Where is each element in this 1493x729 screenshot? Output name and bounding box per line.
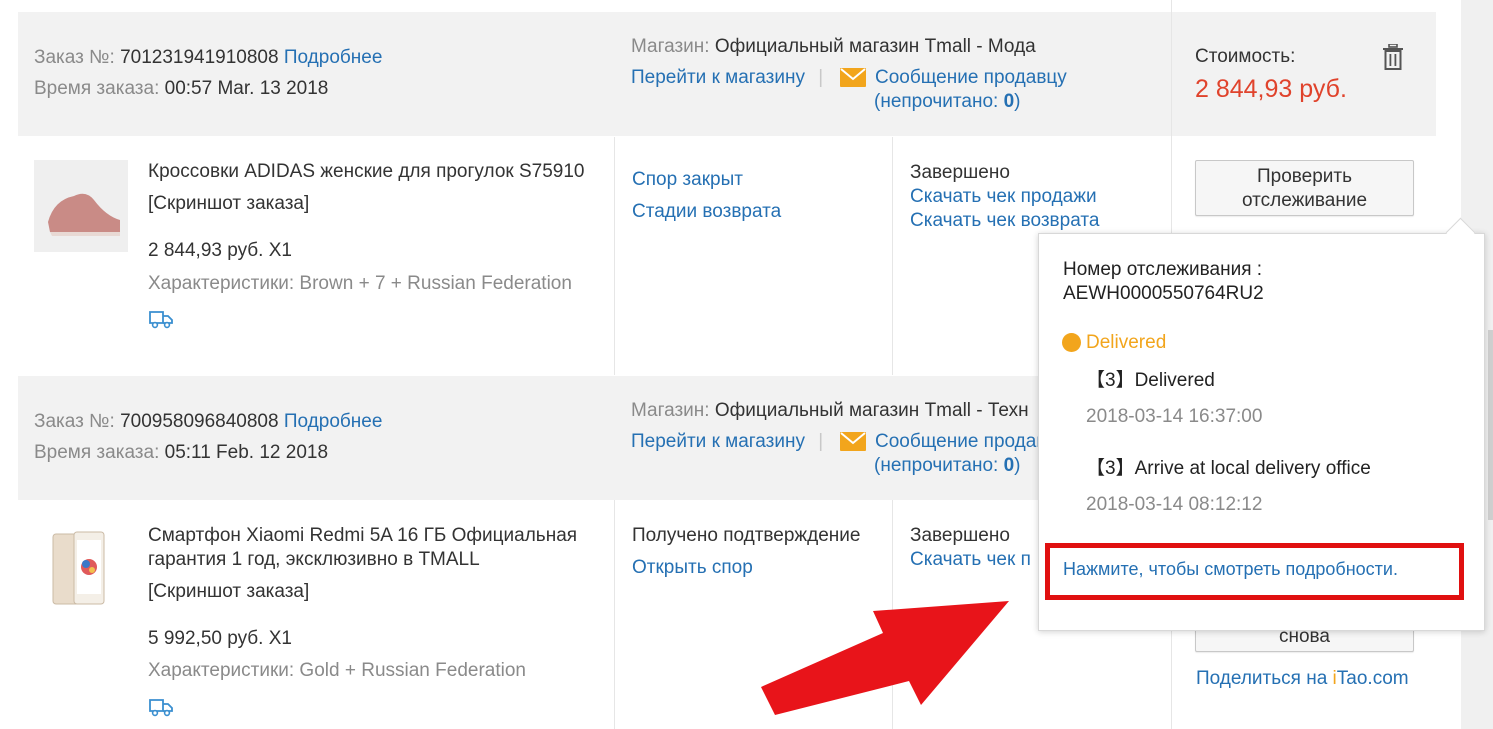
screenshot-link[interactable]: [Скриншот заказа] (148, 192, 309, 216)
order-time-line: Время заказа: 05:11 Feb. 12 2018 (34, 441, 328, 465)
unread-label: (непрочитано: (874, 455, 1004, 476)
order-number-line: Заказ №: 700958096840808 Подробнее (34, 410, 382, 434)
product-title-line2[interactable]: гарантия 1 год, эксклюзивно в TMALL (148, 548, 480, 572)
cost-value: 2 844,93 руб. (1195, 75, 1347, 103)
cost-label: Стоимость: (1195, 46, 1296, 67)
screenshot-link[interactable]: [Скриншот заказа] (148, 580, 309, 604)
order-number: 700958096840808 (120, 411, 279, 432)
tracking-number-value: AEWH0000550764RU2 (1063, 283, 1264, 304)
unread-close: ) (1014, 455, 1021, 476)
download-receipt-link[interactable]: Скачать чек продажи (910, 185, 1097, 209)
order-label: Заказ №: (34, 47, 115, 68)
tracking-event-time: 2018-03-14 08:12:12 (1086, 494, 1263, 515)
button-label-line2: отслеживание (1241, 190, 1368, 211)
truck-icon[interactable] (148, 309, 174, 329)
open-dispute-link[interactable]: Открыть спор (632, 556, 753, 580)
store-name: Официальный магазин Tmall - Мода (714, 36, 1036, 57)
order-time-label: Время заказа: (34, 78, 160, 99)
product-image-sneakers[interactable] (34, 160, 128, 252)
current-status: Delivered (1086, 332, 1167, 353)
unread-label: (непрочитано: (874, 91, 1004, 112)
truck-icon[interactable] (148, 697, 174, 717)
phone-picture (52, 531, 105, 605)
share-logo-tao: Tao (1336, 668, 1368, 689)
unread-close: ) (1014, 91, 1021, 112)
unread-count: 0 (1003, 455, 1015, 476)
tracking-event-title: 【3】Delivered (1086, 370, 1215, 391)
red-arrow-annotation (761, 601, 1009, 715)
download-return-receipt-link[interactable]: Скачать чек возврата (910, 209, 1099, 233)
envelope-icon[interactable] (840, 68, 866, 87)
order-time-value: 00:57 Mar. 13 2018 (164, 78, 329, 99)
store-line: Магазин: Официальный магазин Tmall - Тех… (631, 399, 1029, 423)
product-image-phone[interactable] (50, 530, 110, 608)
download-receipt-link[interactable]: Скачать чек п (910, 548, 1031, 572)
message-seller-link[interactable]: Сообщение продав (875, 430, 1046, 454)
confirmation-received: Получено подтверждение (632, 525, 861, 546)
separator: | (818, 67, 824, 88)
share-itao-link[interactable]: Поделиться на iTao.com (1196, 667, 1409, 691)
sneaker-picture (34, 160, 128, 252)
tracking-event-title: 【3】Arrive at local delivery office (1086, 458, 1371, 479)
column-divider (614, 137, 615, 375)
order-number: 701231941910808 (120, 47, 279, 68)
status-dot-icon (1062, 333, 1081, 352)
order-time-label: Время заказа: (34, 442, 160, 463)
go-to-store-link[interactable]: Перейти к магазину (631, 431, 805, 452)
product-specs: Характеристики: Gold + Russian Federatio… (148, 660, 526, 681)
unread-messages[interactable]: (непрочитано: 0) (874, 454, 1020, 478)
order-label: Заказ №: (34, 411, 115, 432)
order-details-link[interactable]: Подробнее (284, 411, 383, 432)
unread-messages[interactable]: (непрочитано: 0) (874, 90, 1020, 114)
trash-icon[interactable] (1382, 44, 1404, 70)
order-status: Завершено (910, 525, 1010, 546)
order-number-line: Заказ №: 701231941910808 Подробнее (34, 46, 382, 70)
order-details-link[interactable]: Подробнее (284, 47, 383, 68)
product-title[interactable]: Кроссовки ADIDAS женские для прогулок S7… (148, 160, 584, 184)
scrollbar-thumb[interactable] (1488, 330, 1493, 520)
tracking-number-label: Номер отслеживания : (1063, 259, 1263, 280)
order-time-value: 05:11 Feb. 12 2018 (164, 442, 329, 463)
order-status: Завершено (910, 162, 1010, 183)
product-title-line1[interactable]: Смартфон Xiaomi Redmi 5A 16 ГБ Официальн… (148, 524, 577, 548)
dispute-closed-link[interactable]: Спор закрыт (632, 168, 743, 192)
price-quantity: 2 844,93 руб. X1 (148, 240, 292, 261)
tracking-details-link[interactable]: Нажмите, чтобы смотреть подробности. (1063, 557, 1398, 581)
column-divider (614, 500, 615, 729)
store-actions: Перейти к магазину | (631, 66, 831, 90)
order-time-line: Время заказа: 00:57 Mar. 13 2018 (34, 77, 328, 101)
unread-count: 0 (1003, 91, 1015, 112)
check-tracking-button[interactable]: Проверить отслеживание (1195, 160, 1414, 216)
store-line: Магазин: Официальный магазин Tmall - Мод… (631, 35, 1036, 59)
column-divider (892, 137, 893, 375)
go-to-store-link[interactable]: Перейти к магазину (631, 67, 805, 88)
store-name: Официальный магазин Tmall - Техн (714, 400, 1029, 421)
share-label: Поделиться на (1196, 668, 1333, 689)
price-quantity: 5 992,50 руб. X1 (148, 628, 292, 649)
separator: | (818, 431, 824, 452)
popup-arrow-cover (1040, 235, 1483, 255)
envelope-icon[interactable] (840, 432, 866, 451)
product-specs: Характеристики: Brown + 7 + Russian Fede… (148, 273, 572, 294)
store-label: Магазин: (631, 400, 710, 421)
return-stages-link[interactable]: Стадии возврата (632, 200, 781, 224)
message-seller-link[interactable]: Сообщение продавцу (875, 66, 1067, 90)
store-label: Магазин: (631, 36, 710, 57)
store-actions: Перейти к магазину | (631, 430, 831, 454)
share-logo-com: .com (1367, 668, 1409, 689)
button-label-line1: Проверить (1256, 166, 1353, 187)
header-divider (1171, 0, 1172, 137)
tracking-event-time: 2018-03-14 16:37:00 (1086, 406, 1263, 427)
